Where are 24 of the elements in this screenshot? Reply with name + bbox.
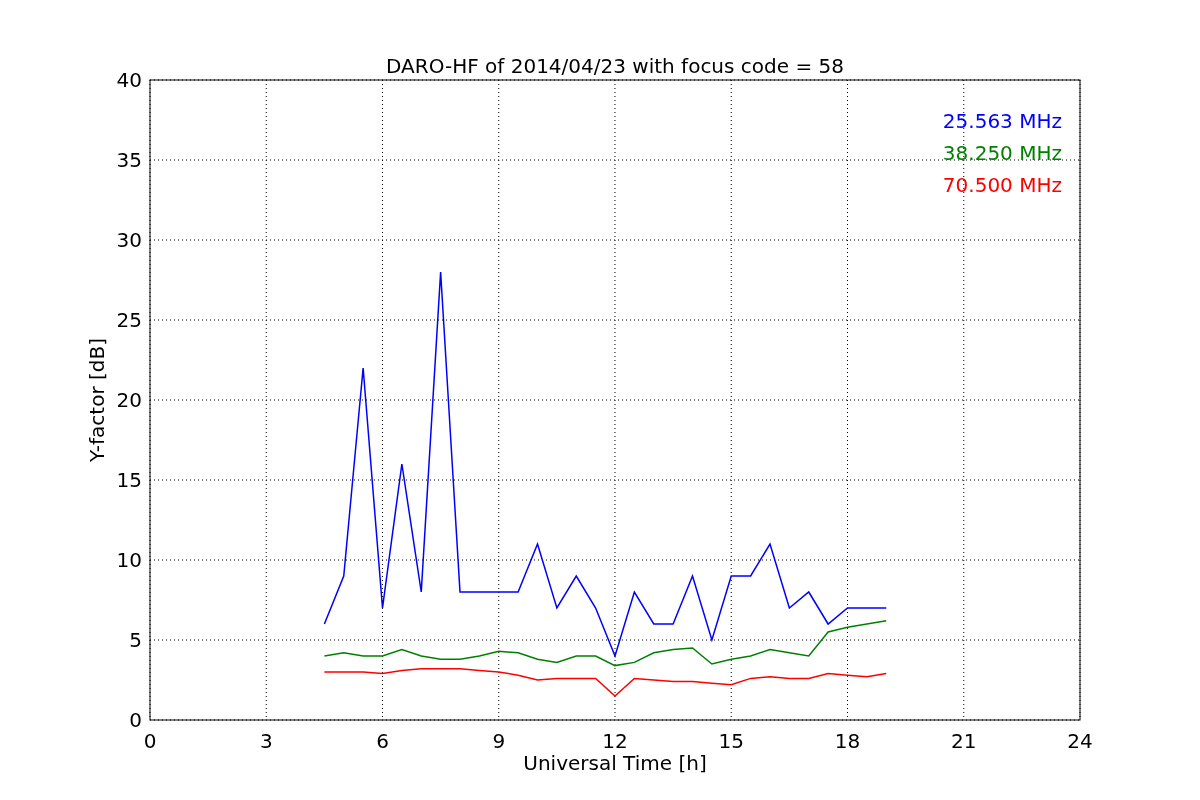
tick-label: 0 xyxy=(129,708,142,732)
legend-label: 25.563 MHz xyxy=(942,109,1062,133)
axis-label: Y-factor [dB] xyxy=(85,338,109,462)
tick-label: 12 xyxy=(602,729,628,753)
tick-label: 10 xyxy=(116,548,142,572)
tick-label: 5 xyxy=(129,628,142,652)
tick-label: 21 xyxy=(951,729,977,753)
tick-label: 35 xyxy=(116,148,142,172)
tick-label: 24 xyxy=(1067,729,1093,753)
tick-label: 25 xyxy=(116,308,142,332)
tick-label: 15 xyxy=(718,729,744,753)
legend-label: 70.500 MHz xyxy=(942,173,1062,197)
axis-label: Universal Time [h] xyxy=(523,751,707,775)
tick-label: 18 xyxy=(834,729,861,753)
chart-title: DARO-HF of 2014/04/23 with focus code = 58 xyxy=(386,54,844,78)
tick-label: 0 xyxy=(143,729,157,753)
tick-label: 6 xyxy=(376,729,389,753)
tick-label: 3 xyxy=(259,729,273,753)
legend-label: 38.250 MHz xyxy=(942,141,1062,165)
tick-label: 40 xyxy=(116,68,142,92)
tick-label: 15 xyxy=(116,468,142,492)
tick-label: 20 xyxy=(116,388,142,412)
tick-label: 9 xyxy=(492,729,506,753)
tick-label: 30 xyxy=(116,228,142,252)
